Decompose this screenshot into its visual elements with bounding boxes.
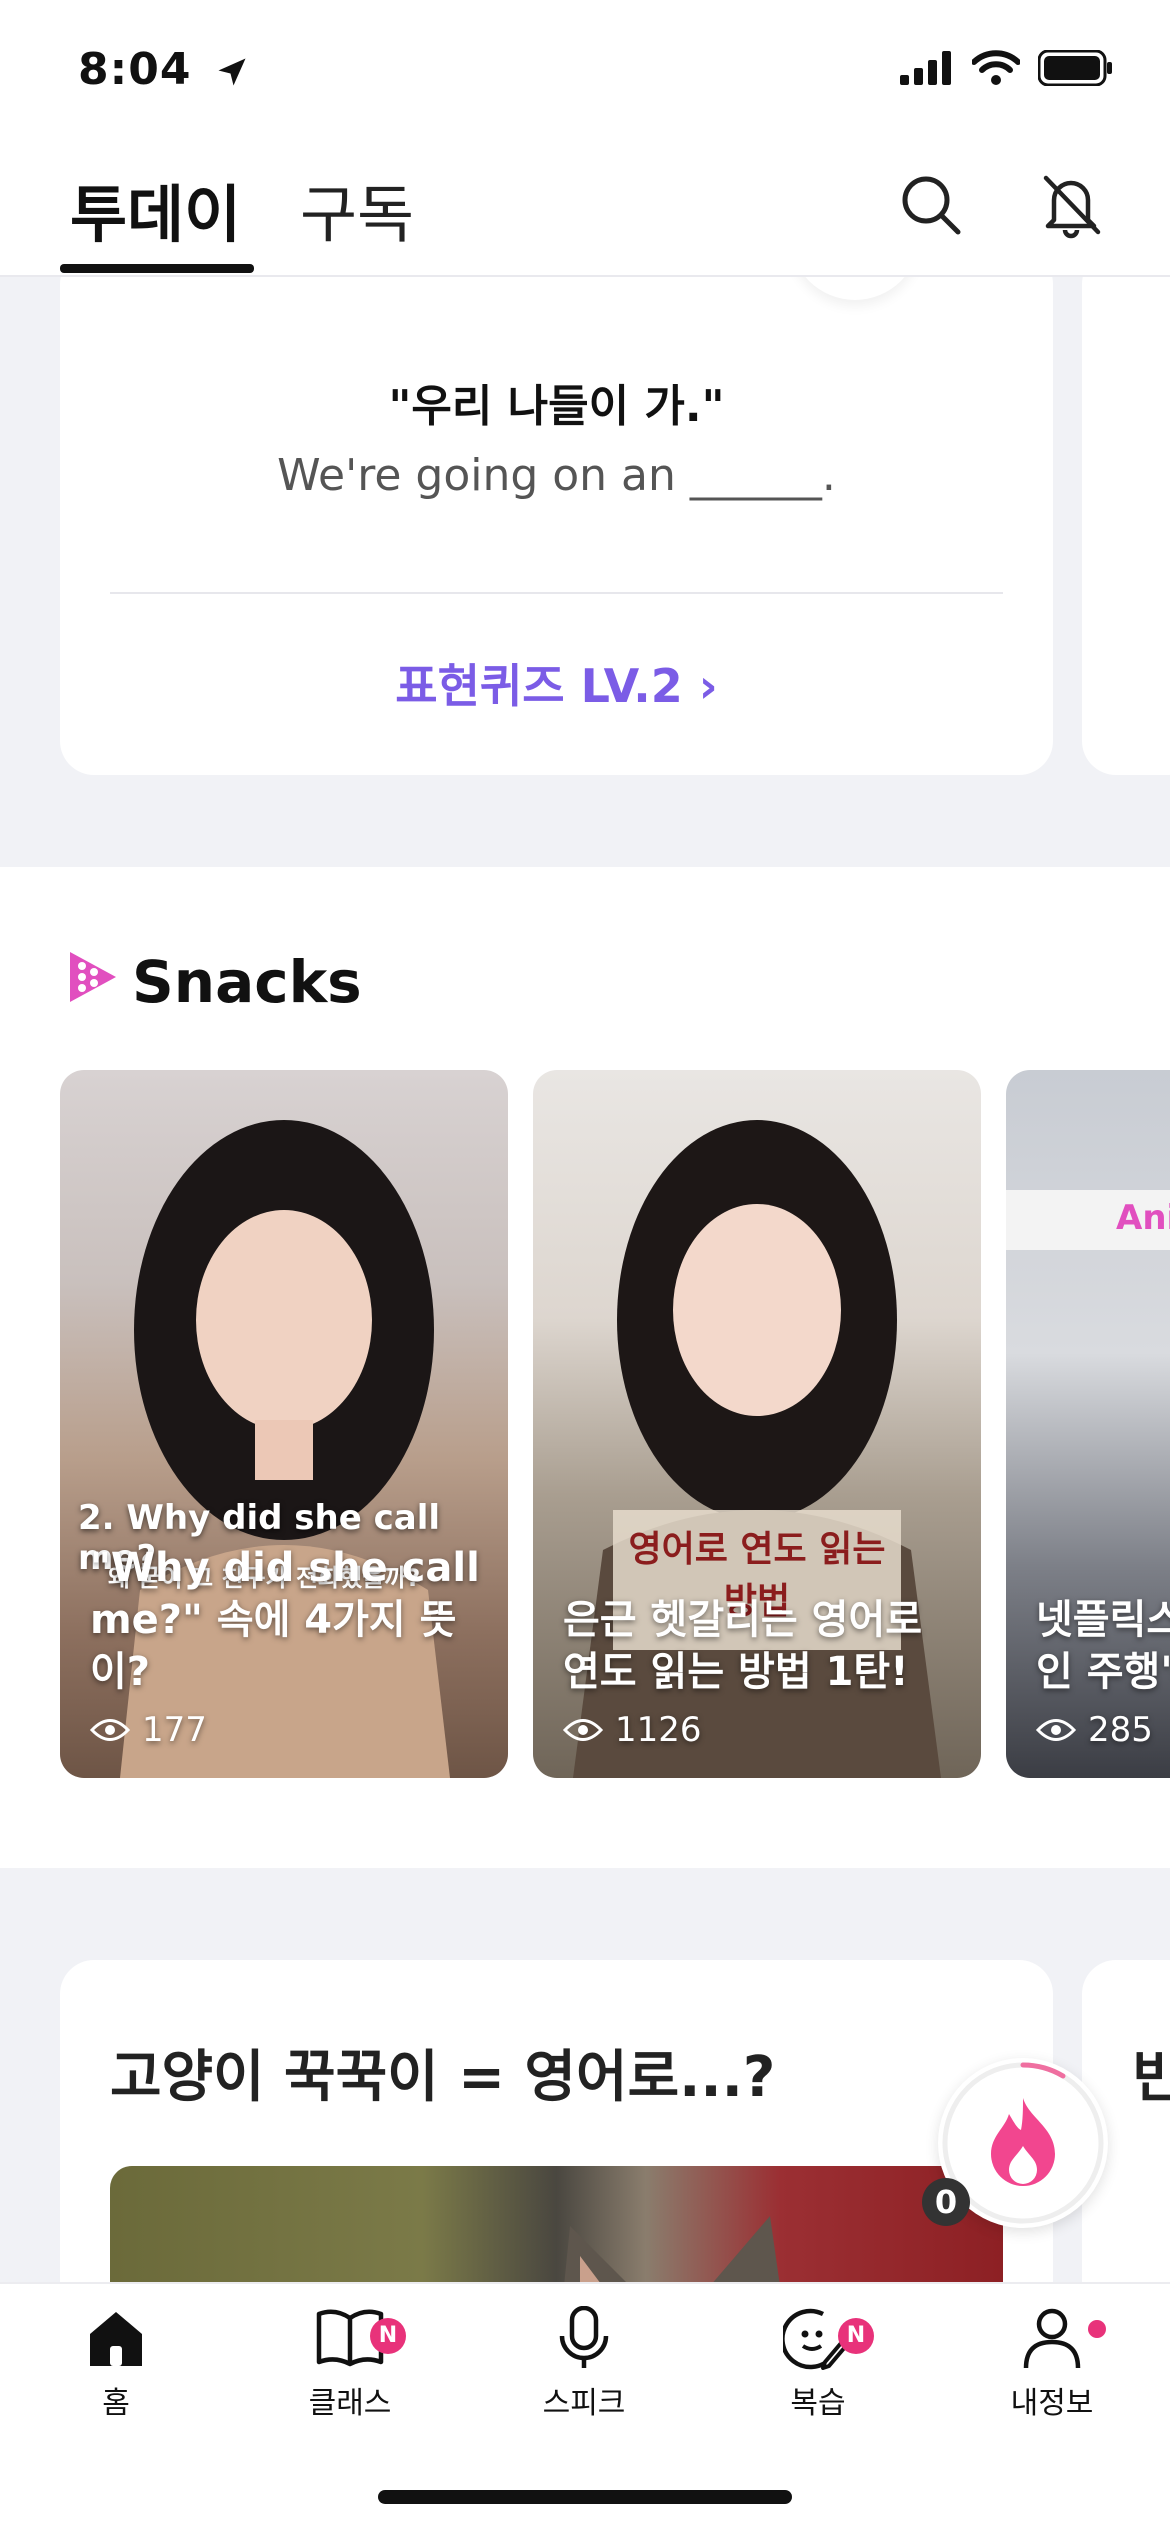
- eye-icon: [90, 1719, 130, 1741]
- expression-quiz-card[interactable]: "우리 나들이 가." We're going on an ______. 표현…: [60, 170, 1053, 775]
- nav-home-label: 홈: [102, 2386, 130, 2421]
- active-tab-indicator: [60, 264, 254, 273]
- home-icon: [90, 2312, 142, 2366]
- quiz-divider: [110, 592, 1003, 594]
- new-badge: N: [838, 2318, 874, 2354]
- nav-my-info-label: 내정보: [1010, 2386, 1094, 2421]
- next-card-peek[interactable]: [1082, 250, 1170, 775]
- search-icon[interactable]: [896, 170, 966, 240]
- snack-view-count: 177: [142, 1710, 207, 1750]
- snacks-play-icon: [70, 952, 116, 1002]
- tab-today[interactable]: 투데이: [70, 164, 241, 254]
- snack-title: 넷플릭스 케이크 인 주행'은: [1036, 1597, 1170, 1695]
- nav-class[interactable]: 클래스 N: [260, 2306, 440, 2422]
- status-icons: [900, 50, 1114, 86]
- location-arrow-icon: [218, 58, 246, 86]
- quiz-korean-sentence: "우리 나들이 가.": [388, 381, 725, 432]
- nav-review[interactable]: 복습 N: [728, 2306, 908, 2422]
- home-indicator: [378, 2490, 792, 2504]
- nav-my-info[interactable]: 내정보: [962, 2306, 1142, 2422]
- snack-views: 285: [1036, 1710, 1153, 1750]
- snack-card[interactable]: 2. Why did she call me? 왜 굳이 그 친구가 전화했을까…: [60, 1070, 508, 1778]
- battery-icon: [1038, 50, 1112, 86]
- snack-views: 177: [90, 1710, 207, 1750]
- status-time: 8:04: [78, 44, 250, 95]
- new-badge: N: [370, 2318, 406, 2354]
- snack-views: 1126: [563, 1710, 702, 1750]
- quiz-english-sentence: We're going on an ______.: [277, 450, 836, 501]
- snack-overlay-english: Ani: [1116, 1198, 1170, 1238]
- nav-speak[interactable]: 스피크: [494, 2306, 674, 2422]
- person-icon: [1023, 2308, 1081, 2369]
- status-time-text: 8:04: [78, 44, 192, 95]
- cellular-signal-icon: [900, 51, 951, 85]
- microphone-icon: [559, 2306, 609, 2368]
- notification-off-icon[interactable]: [1036, 170, 1106, 240]
- nav-speak-label: 스피크: [542, 2386, 626, 2421]
- next-article-title: 빈: [1132, 2045, 1170, 2110]
- top-tab-bar: 투데이 구독: [0, 130, 1170, 277]
- snack-card[interactable]: Ani 넷플릭스 케이크 인 주행'은 285: [1006, 1070, 1170, 1778]
- eye-icon: [563, 1719, 603, 1741]
- quiz-level-link[interactable]: 표현퀴즈 LV.2 ›: [60, 650, 1053, 716]
- snack-title: "Why did she call me?" 속에 4가지 뜻이?: [90, 1545, 480, 1695]
- nav-home[interactable]: 홈: [26, 2306, 206, 2422]
- streak-count-badge: 0: [922, 2178, 970, 2226]
- article-title: 고양이 꾹꾹이 = 영어로...?: [110, 2045, 776, 2110]
- snack-card[interactable]: 영어로 연도 읽는 방법 은근 헷갈리는 영어로 연도 읽는 방법 1탄! 11…: [533, 1070, 981, 1778]
- snack-title: 은근 헷갈리는 영어로 연도 읽는 방법 1탄!: [563, 1597, 923, 1695]
- nav-class-label: 클래스: [308, 2386, 392, 2421]
- snack-view-count: 1126: [615, 1710, 702, 1750]
- notification-dot: [1088, 2320, 1106, 2338]
- flame-icon: [991, 2098, 1055, 2186]
- eye-icon: [1036, 1719, 1076, 1741]
- wifi-icon: [972, 50, 1020, 85]
- snacks-title: Snacks: [132, 948, 362, 1016]
- snack-view-count: 285: [1088, 1710, 1153, 1750]
- tab-subscribe[interactable]: 구독: [300, 164, 414, 254]
- nav-review-label: 복습: [790, 2386, 846, 2421]
